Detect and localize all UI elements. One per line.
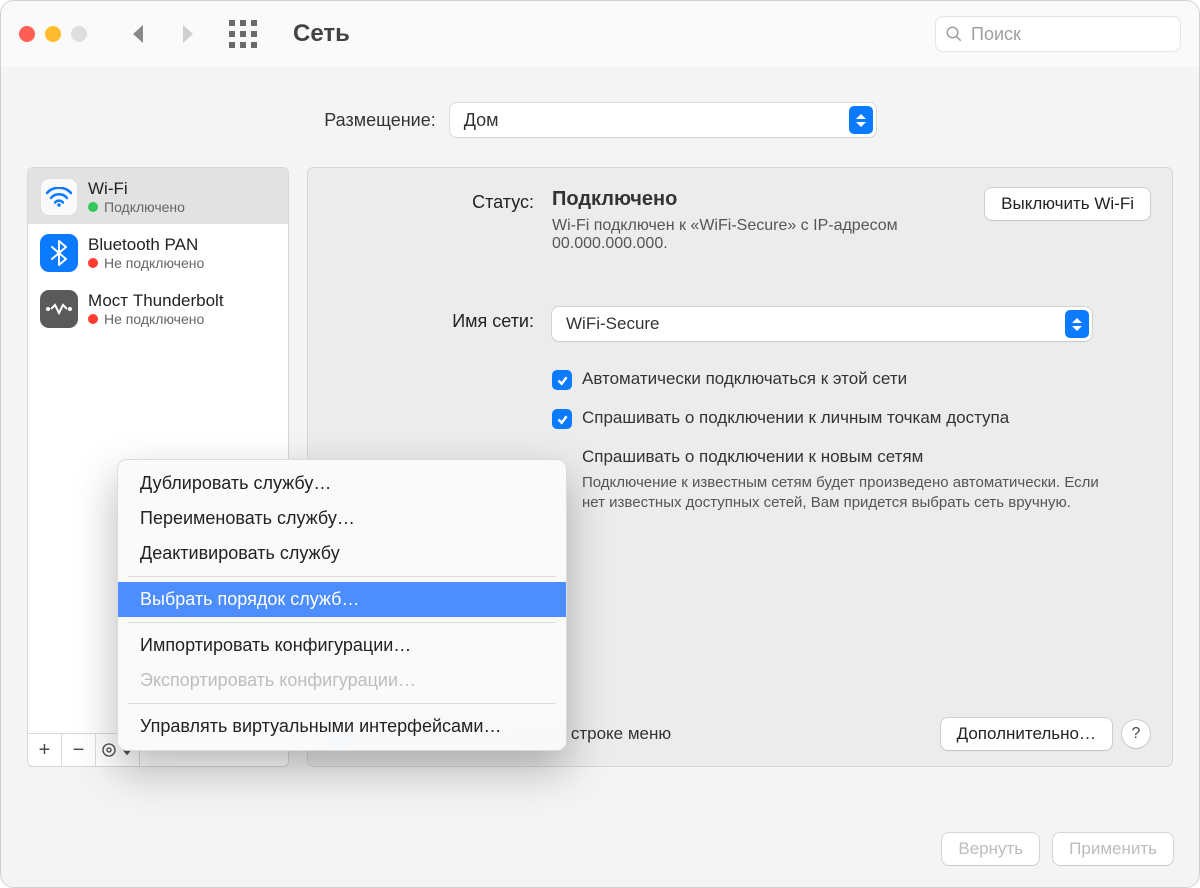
forward-icon (177, 23, 197, 45)
location-row: Размещение: Дом (27, 67, 1173, 167)
service-status: Подключено (104, 199, 185, 215)
wifi-icon (40, 178, 78, 216)
menu-separator (128, 622, 556, 623)
service-wifi[interactable]: Wi-Fi Подключено (28, 168, 288, 224)
menu-import-configurations[interactable]: Импортировать конфигурации… (118, 628, 566, 663)
search-icon (945, 25, 963, 43)
location-value: Дом (464, 110, 499, 131)
menu-manage-virtual-interfaces[interactable]: Управлять виртуальными интерфейсами… (118, 709, 566, 744)
menu-duplicate-service[interactable]: Дублировать службу… (118, 466, 566, 501)
status-value: Подключено (552, 188, 965, 211)
menu-separator (128, 576, 556, 577)
revert-button[interactable]: Вернуть (942, 833, 1039, 865)
checkbox-auto-connect[interactable] (552, 370, 572, 390)
service-status: Не подключено (104, 311, 204, 327)
nav-arrows (129, 23, 197, 45)
help-button[interactable]: ? (1122, 720, 1150, 748)
checkbox-ask-personal-hotspot[interactable] (552, 409, 572, 429)
service-name: Bluetooth PAN (88, 235, 204, 255)
turn-off-wifi-button[interactable]: Выключить Wi-Fi (985, 188, 1150, 220)
menu-export-configurations: Экспортировать конфигурации… (118, 663, 566, 698)
service-name: Мост Thunderbolt (88, 291, 224, 311)
search-placeholder: Поиск (971, 24, 1021, 45)
chevron-updown-icon (849, 106, 873, 134)
gear-icon (101, 742, 117, 758)
add-service-button[interactable]: + (28, 734, 62, 766)
status-dot-icon (88, 258, 98, 268)
search-field[interactable]: Поиск (935, 16, 1181, 52)
apply-button[interactable]: Применить (1053, 833, 1173, 865)
network-name-select[interactable]: WiFi-Secure (552, 307, 1092, 341)
menu-deactivate-service[interactable]: Деактивировать службу (118, 536, 566, 571)
window-title: Сеть (293, 20, 350, 48)
toolbar: Сеть Поиск (1, 1, 1199, 67)
menu-separator (128, 703, 556, 704)
status-dot-icon (88, 202, 98, 212)
back-icon[interactable] (129, 23, 149, 45)
network-name-label: Имя сети: (330, 307, 534, 332)
location-select[interactable]: Дом (450, 103, 876, 137)
minimize-window-button[interactable] (45, 26, 61, 42)
checkbox-auto-connect-label: Автоматически подключаться к этой сети (582, 369, 907, 389)
service-thunderbolt-bridge[interactable]: Мост Thunderbolt Не подключено (28, 280, 288, 336)
service-bluetooth-pan[interactable]: Bluetooth PAN Не подключено (28, 224, 288, 280)
window-controls (19, 26, 87, 42)
status-label: Статус: (330, 188, 534, 213)
service-status: Не подключено (104, 255, 204, 271)
bluetooth-icon (40, 234, 78, 272)
status-info: Wi-Fi подключен к «WiFi-Secure» с IP-адр… (552, 217, 965, 253)
zoom-window-button (71, 26, 87, 42)
show-all-prefs-icon[interactable] (229, 20, 257, 48)
service-actions-menu: Дублировать службу… Переименовать службу… (117, 459, 567, 751)
network-name-value: WiFi-Secure (566, 314, 660, 334)
location-label: Размещение: (324, 110, 435, 131)
ask-new-networks-help: Подключение к известным сетям будет прои… (582, 473, 1102, 514)
checkbox-ask-new-networks-label: Спрашивать о подключении к новым сетям (582, 447, 923, 466)
remove-service-button[interactable]: − (62, 734, 96, 766)
menu-set-service-order[interactable]: Выбрать порядок служб… (118, 582, 566, 617)
footer-buttons: Вернуть Применить (942, 833, 1173, 865)
thunderbolt-bridge-icon (40, 290, 78, 328)
menu-rename-service[interactable]: Переименовать службу… (118, 501, 566, 536)
checkbox-ask-personal-hotspot-label: Спрашивать о подключении к личным точкам… (582, 408, 1009, 428)
close-window-button[interactable] (19, 26, 35, 42)
status-dot-icon (88, 314, 98, 324)
service-name: Wi-Fi (88, 179, 185, 199)
network-preferences-window: Сеть Поиск Размещение: Дом (0, 0, 1200, 888)
chevron-updown-icon (1065, 310, 1089, 338)
advanced-button[interactable]: Дополнительно… (941, 718, 1112, 750)
